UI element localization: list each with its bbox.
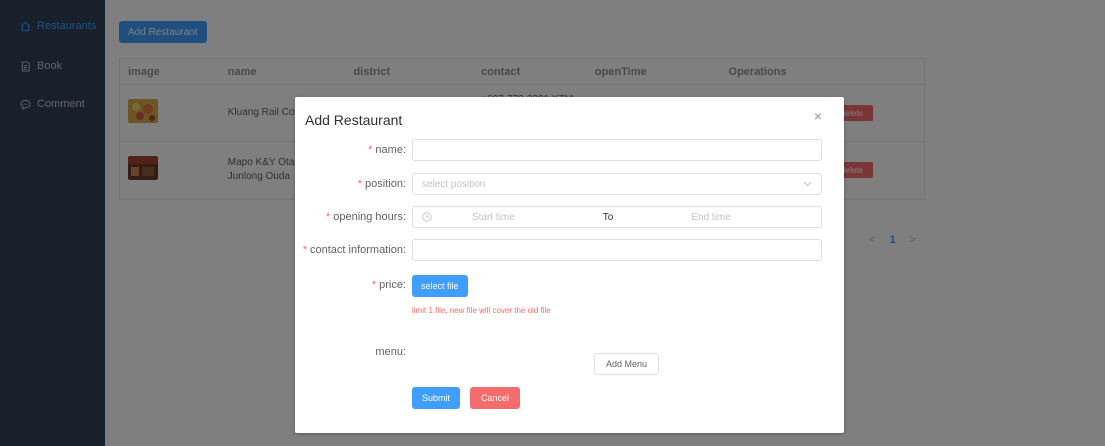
chevron-down-icon xyxy=(803,181,812,187)
menu-label: menu: xyxy=(375,346,406,358)
name-input[interactable] xyxy=(412,139,822,161)
close-icon[interactable]: × xyxy=(814,108,822,124)
contact-information-input[interactable] xyxy=(412,239,822,261)
opening-hours-label: * opening hours: xyxy=(325,211,406,223)
clock-icon xyxy=(422,212,432,222)
submit-button[interactable]: Submit xyxy=(412,387,461,409)
opening-hours-range-picker[interactable]: Start time To End time xyxy=(412,206,822,228)
upload-limit-tip: limit 1 file, new file will cover the ol… xyxy=(412,306,551,315)
required-mark: * xyxy=(302,244,307,256)
required-mark: * xyxy=(368,144,373,156)
position-label: * position: xyxy=(357,178,406,190)
position-select[interactable]: select position xyxy=(412,173,822,195)
position-placeholder: select position xyxy=(422,178,486,190)
end-time-placeholder[interactable]: End time xyxy=(691,212,730,223)
add-menu-button[interactable]: Add Menu xyxy=(594,353,660,375)
start-time-placeholder[interactable]: Start time xyxy=(472,212,515,223)
price-label: * price: xyxy=(371,279,406,291)
required-mark: * xyxy=(325,211,331,223)
dialog-title: Add Restaurant xyxy=(305,112,403,128)
name-label: * name: xyxy=(368,144,406,156)
contact-information-label: * contact information: xyxy=(302,244,406,256)
select-file-button[interactable]: select file xyxy=(412,275,468,297)
required-mark: * xyxy=(357,178,363,190)
cancel-button[interactable]: Cancel xyxy=(470,387,521,409)
modal-backdrop-sidebar xyxy=(0,0,105,446)
add-restaurant-dialog: Add Restaurant × * name: * position: selec… xyxy=(295,97,844,433)
required-mark: * xyxy=(371,279,377,291)
range-separator: To xyxy=(602,211,614,223)
